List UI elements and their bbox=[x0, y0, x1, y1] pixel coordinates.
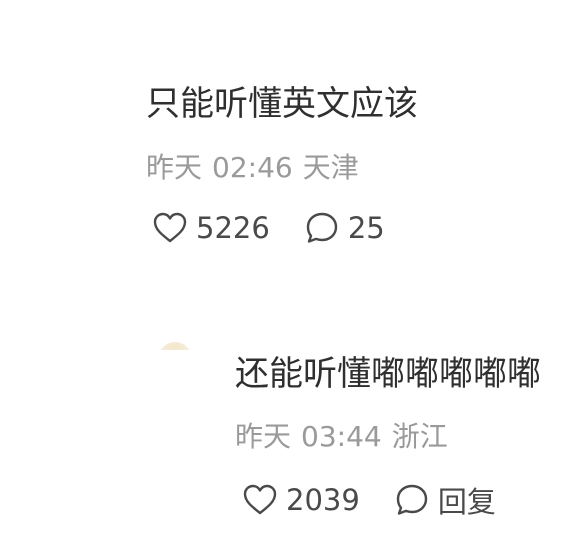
comment-date: 昨天 bbox=[235, 420, 292, 453]
comment-location: 浙江 bbox=[391, 420, 448, 453]
like-count: 2039 bbox=[286, 483, 360, 517]
reply-label: 回复 bbox=[437, 485, 496, 519]
comment-item-2: 还能听懂嘟嘟嘟嘟嘟 昨天 03:44 浙江 2039 回复 bbox=[0, 0, 584, 546]
comment-meta: 昨天 03:44 浙江 bbox=[235, 420, 458, 454]
speech-bubble-icon bbox=[394, 482, 430, 518]
comment-text: 还能听懂嘟嘟嘟嘟嘟 bbox=[235, 354, 541, 394]
comment-actions: 2039 回复 bbox=[242, 479, 496, 521]
reply-button[interactable]: 回复 bbox=[394, 479, 496, 521]
like-button[interactable]: 2039 bbox=[242, 482, 360, 518]
heart-icon bbox=[242, 482, 278, 518]
comment-time: 03:44 bbox=[301, 420, 382, 453]
